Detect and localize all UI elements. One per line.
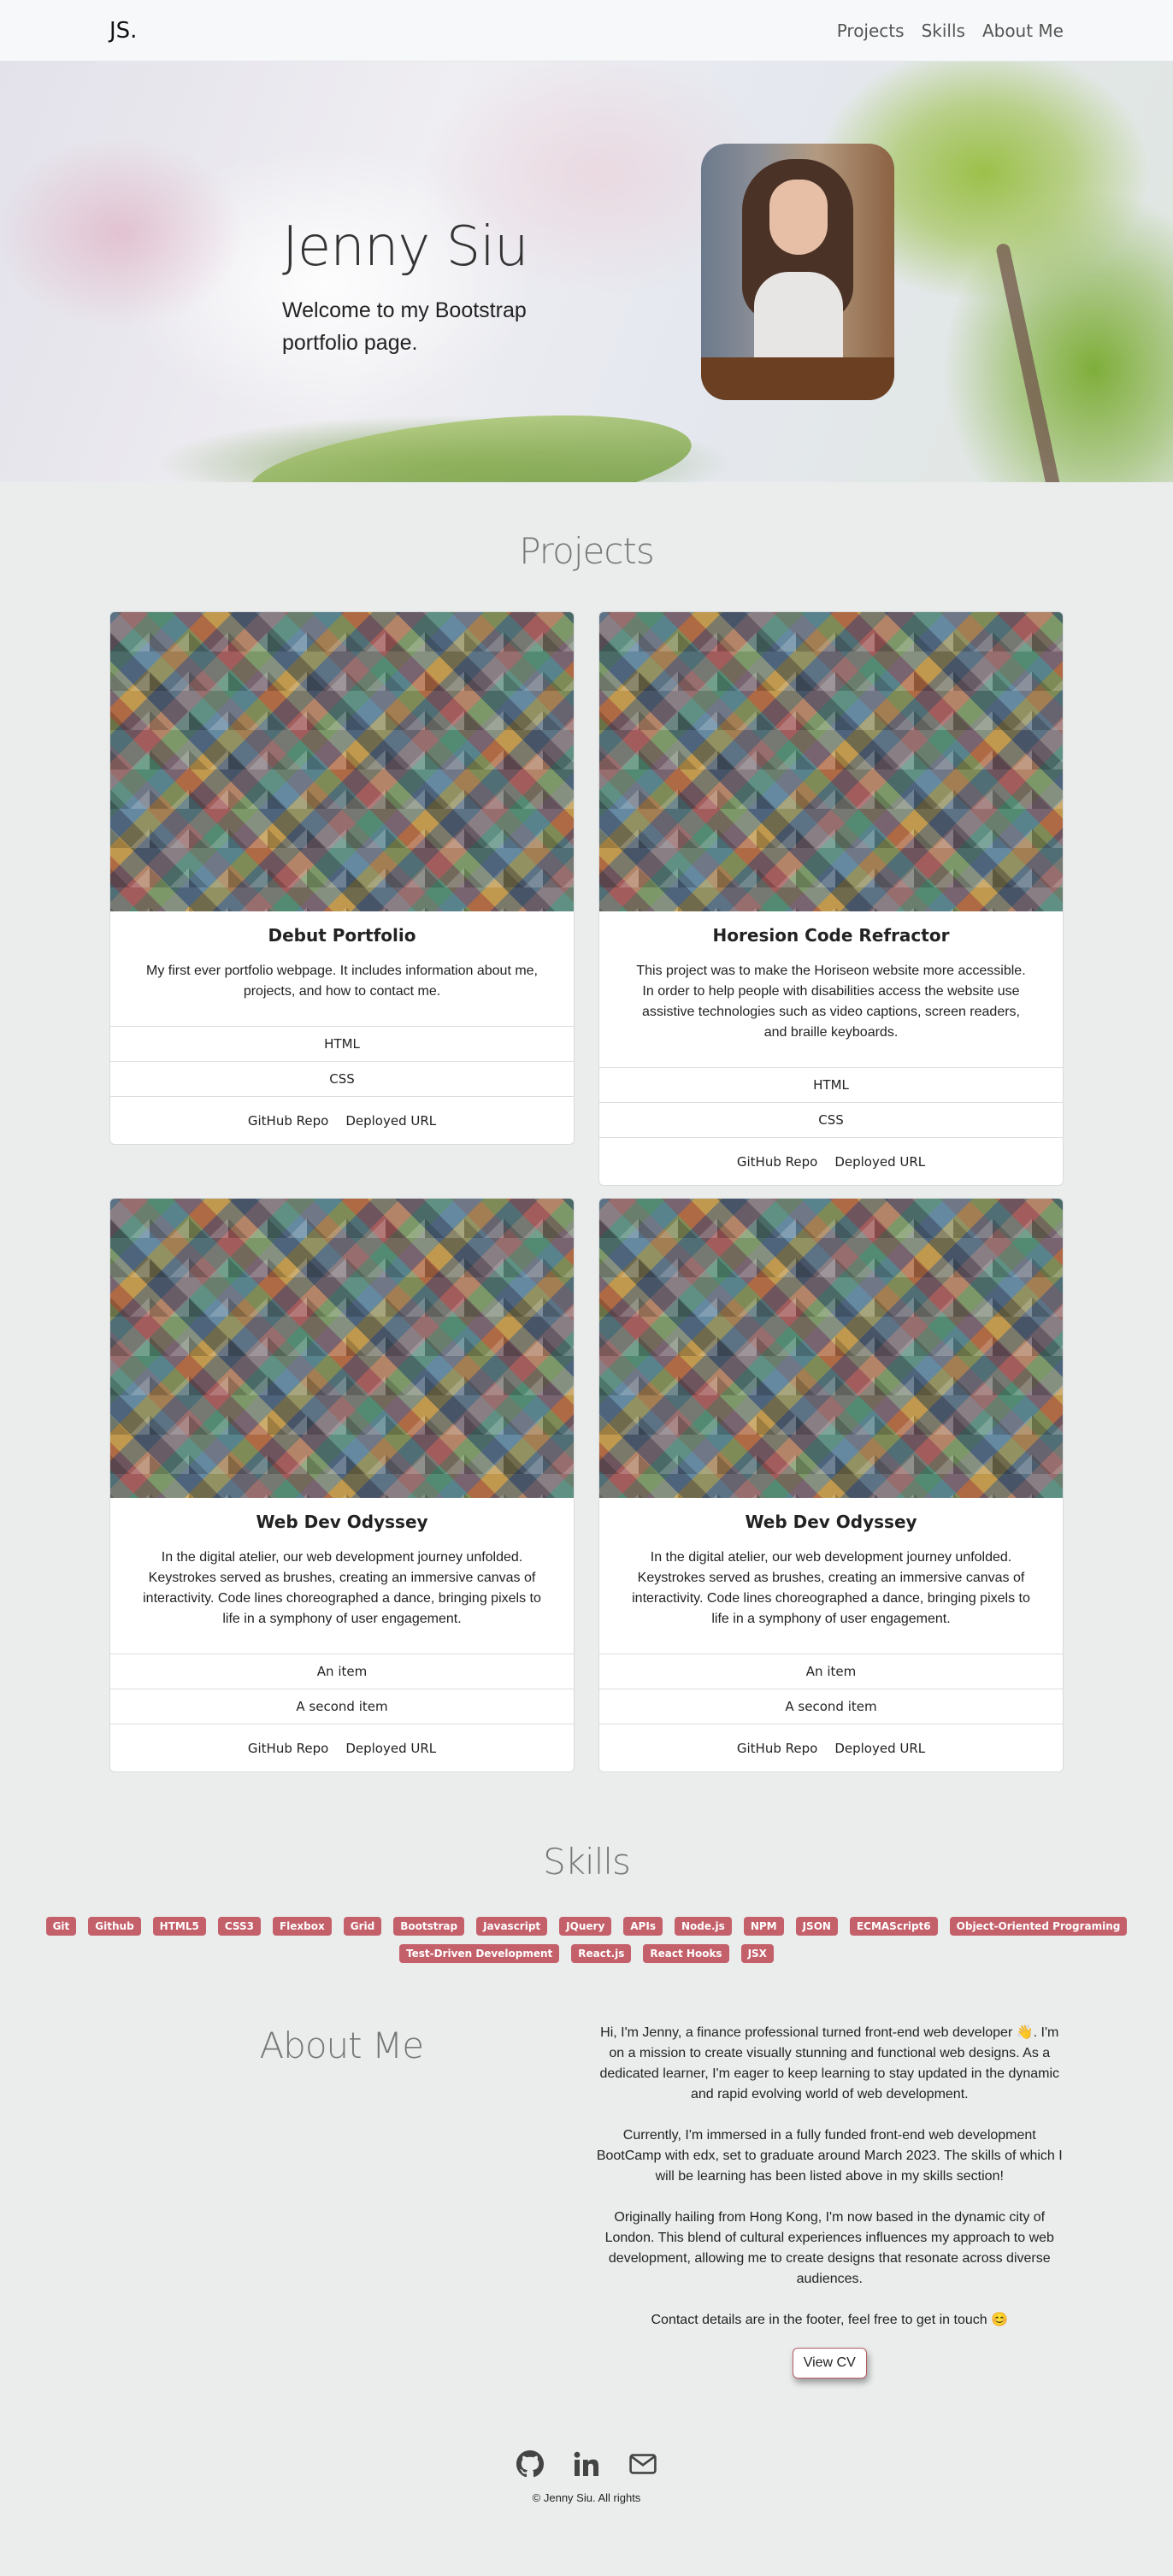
- skill-badge: Git: [45, 1917, 77, 1936]
- skill-badge: CSS3: [217, 1917, 261, 1936]
- brand-logo[interactable]: JS.: [109, 18, 137, 44]
- about-left: About Me: [109, 2023, 574, 2379]
- photo-face: [769, 180, 828, 255]
- github-repo-link[interactable]: GitHub Repo: [248, 1741, 328, 1756]
- social-links: [0, 2450, 1173, 2478]
- skill-badge: JSX: [740, 1944, 774, 1963]
- skills-title: Skills: [543, 1841, 631, 1883]
- navbar: JS. Projects Skills About Me: [0, 0, 1173, 62]
- about-paragraph: Originally hailing from Hong Kong, I'm n…: [604, 2210, 1054, 2286]
- about-paragraph: Currently, I'm immersed in a fully funde…: [596, 2128, 1063, 2184]
- copyright-text: © Jenny Siu. All rights: [532, 2491, 641, 2504]
- project-cards: Debut Portfolio My first ever portfolio …: [109, 611, 1064, 1772]
- card-links: GitHub Repo Deployed URL: [599, 1137, 1063, 1185]
- card-text: My first ever portfolio webpage. It incl…: [146, 964, 538, 999]
- card-text: This project was to make the Horiseon we…: [636, 964, 1026, 1040]
- github-repo-link[interactable]: GitHub Repo: [737, 1154, 817, 1170]
- skill-badge: JQuery: [559, 1917, 612, 1936]
- list-item: A second item: [110, 1689, 574, 1724]
- linkedin-icon[interactable]: [573, 2450, 600, 2478]
- card-text: In the digital atelier, our web developm…: [632, 1550, 1030, 1626]
- skill-badge: Object-Oriented Programing: [949, 1917, 1128, 1936]
- envelope-icon[interactable]: [629, 2450, 657, 2478]
- github-repo-link[interactable]: GitHub Repo: [737, 1741, 817, 1756]
- nav-link-skills[interactable]: Skills: [922, 21, 965, 41]
- card-title: Web Dev Odyssey: [256, 1512, 428, 1532]
- list-item: HTML: [599, 1067, 1063, 1102]
- card-image: [110, 1199, 574, 1498]
- card-title: Web Dev Odyssey: [745, 1512, 917, 1532]
- card-title: Debut Portfolio: [268, 925, 416, 946]
- about-paragraph: Hi, I'm Jenny, a finance professional tu…: [599, 2025, 1060, 2101]
- list-item: CSS: [110, 1061, 574, 1096]
- card-text: In the digital atelier, our web developm…: [143, 1550, 541, 1626]
- skill-badge: Github: [88, 1917, 141, 1936]
- about-right: Hi, I'm Jenny, a finance professional tu…: [596, 2023, 1064, 2379]
- skill-badge: APIs: [623, 1917, 663, 1936]
- skill-badge: Flexbox: [272, 1917, 332, 1936]
- skill-badge: JSON: [795, 1917, 838, 1936]
- skill-badge: Node.js: [674, 1917, 732, 1936]
- about-paragraph: Contact details are in the footer, feel …: [651, 2313, 1009, 2327]
- skill-badge: HTML5: [152, 1917, 206, 1936]
- photo-table: [701, 357, 894, 400]
- skill-badge: Javascript: [476, 1917, 548, 1936]
- about-section: About Me Hi, I'm Jenny, a finance profes…: [0, 2023, 1173, 2379]
- project-card: Debut Portfolio My first ever portfolio …: [109, 611, 575, 1145]
- project-card: Web Dev Odyssey In the digital atelier, …: [109, 1198, 575, 1772]
- hero-leaf-decoration: [244, 398, 697, 482]
- card-body: Horesion Code Refractor This project was…: [599, 911, 1063, 1067]
- card-body: Web Dev Odyssey In the digital atelier, …: [599, 1498, 1063, 1653]
- list-item: An item: [110, 1653, 574, 1689]
- hero-banner: Jenny Siu Welcome to my Bootstrap portfo…: [0, 62, 1173, 482]
- deployed-url-link[interactable]: Deployed URL: [834, 1741, 925, 1756]
- list-item: HTML: [110, 1026, 574, 1061]
- hero-welcome: Welcome to my Bootstrap portfolio page.: [282, 298, 527, 355]
- deployed-url-link[interactable]: Deployed URL: [345, 1113, 436, 1129]
- hero-stem-decoration: [994, 242, 1063, 482]
- skill-badge: NPM: [743, 1917, 784, 1936]
- project-card: Web Dev Odyssey In the digital atelier, …: [598, 1198, 1064, 1772]
- hero-name: Jenny Siu: [282, 215, 529, 279]
- list-item: A second item: [599, 1689, 1063, 1724]
- view-cv-button[interactable]: View CV: [792, 2348, 867, 2379]
- github-repo-link[interactable]: GitHub Repo: [248, 1113, 328, 1129]
- nav-link-projects[interactable]: Projects: [837, 21, 905, 41]
- skill-badge: Bootstrap: [393, 1917, 465, 1936]
- list-item: CSS: [599, 1102, 1063, 1137]
- skill-badge: ECMAScript6: [849, 1917, 938, 1936]
- card-body: Web Dev Odyssey In the digital atelier, …: [110, 1498, 574, 1653]
- card-title: Horesion Code Refractor: [712, 925, 950, 946]
- card-links: GitHub Repo Deployed URL: [110, 1724, 574, 1771]
- card-image: [599, 1199, 1063, 1498]
- skill-badge: React.js: [571, 1944, 632, 1963]
- card-body: Debut Portfolio My first ever portfolio …: [110, 911, 574, 1026]
- card-links: GitHub Repo Deployed URL: [110, 1096, 574, 1144]
- skill-badge: Test-Driven Development: [399, 1944, 560, 1963]
- card-image: [110, 612, 574, 911]
- skills-section: Skills Git Github HTML5 CSS3 Flexbox Gri…: [0, 1772, 1173, 1963]
- deployed-url-link[interactable]: Deployed URL: [345, 1741, 436, 1756]
- hero-text: Jenny Siu Welcome to my Bootstrap portfo…: [282, 215, 556, 359]
- card-links: GitHub Repo Deployed URL: [599, 1724, 1063, 1771]
- card-image: [599, 612, 1063, 911]
- projects-section: Projects Debut Portfolio My first ever p…: [0, 482, 1173, 1772]
- skill-badge: Grid: [343, 1917, 382, 1936]
- projects-title: Projects: [519, 530, 655, 572]
- list-item: An item: [599, 1653, 1063, 1689]
- project-card: Horesion Code Refractor This project was…: [598, 611, 1064, 1186]
- footer: © Jenny Siu. All rights: [0, 2450, 1173, 2538]
- skill-badges: Git Github HTML5 CSS3 Flexbox Grid Boots…: [22, 1917, 1151, 1963]
- about-title: About Me: [259, 2025, 424, 2066]
- deployed-url-link[interactable]: Deployed URL: [834, 1154, 925, 1170]
- profile-photo: [701, 144, 894, 400]
- skill-badge: React Hooks: [643, 1944, 729, 1963]
- nav-links: Projects Skills About Me: [837, 21, 1064, 41]
- nav-link-about[interactable]: About Me: [982, 21, 1064, 41]
- github-icon[interactable]: [516, 2450, 544, 2478]
